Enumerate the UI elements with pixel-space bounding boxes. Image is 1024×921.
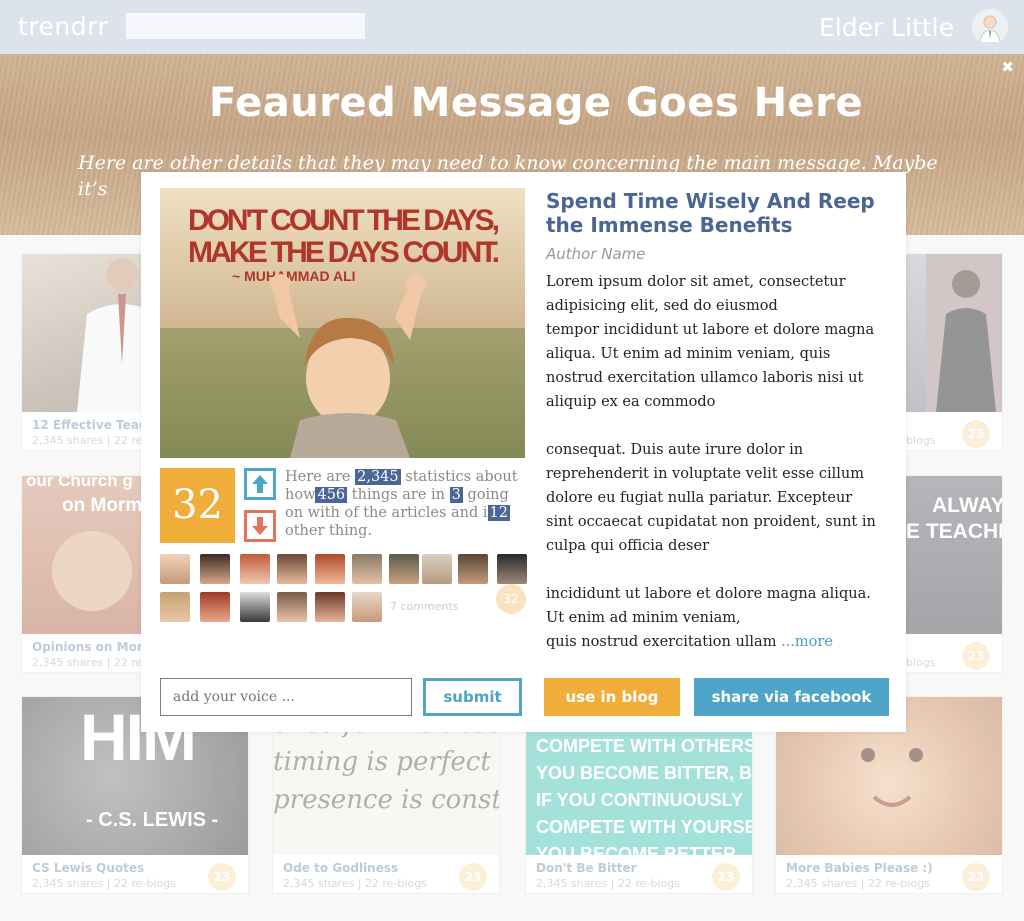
avatar[interactable] xyxy=(458,554,488,584)
article-stats: Here are 2,345 statistics about how 456 t… xyxy=(285,469,518,539)
card-badge: 23 xyxy=(962,420,990,448)
card-thumb-text: on Morm xyxy=(62,495,142,516)
card-title[interactable]: More Babies Please :) xyxy=(786,861,933,875)
logo[interactable]: trendrr xyxy=(18,12,108,41)
avatar[interactable] xyxy=(160,554,190,584)
stat-number: 3 xyxy=(449,487,463,503)
article-author[interactable]: Author Name xyxy=(546,245,646,263)
card-badge: 23 xyxy=(962,863,990,891)
card-thumb-text: - C.S. LEWIS - xyxy=(86,809,219,831)
article-modal: DON'T COUNT THE DAYS, MAKE THE DAYS COUN… xyxy=(141,172,906,732)
card-badge: 23 xyxy=(962,642,990,670)
avatar[interactable] xyxy=(200,554,230,584)
avatar[interactable] xyxy=(200,592,230,622)
avatar[interactable] xyxy=(160,592,190,622)
card-title[interactable]: CS Lewis Quotes xyxy=(32,861,144,875)
card-title[interactable]: Don't Be Bitter xyxy=(536,861,637,875)
user-avatar[interactable] xyxy=(972,9,1008,45)
arrow-down-icon xyxy=(252,517,268,535)
card-thumb-text: ALWAYS xyxy=(932,494,1002,517)
article-title: Spend Time Wisely And Reep the Immense B… xyxy=(546,189,875,237)
card-meta: 2,345 shares | 22 re xyxy=(32,656,143,669)
article-body: Lorem ipsum dolor sit amet, consectetur … xyxy=(546,270,876,654)
sharer-avatars: 7 comments 32 xyxy=(160,554,528,626)
article-image: DON'T COUNT THE DAYS, MAKE THE DAYS COUN… xyxy=(160,188,525,458)
card-badge: 23 xyxy=(208,863,236,891)
card-badge: 23 xyxy=(459,863,487,891)
comments-count: 7 comments xyxy=(390,600,459,613)
score-box: 32 xyxy=(160,468,235,543)
voice-input[interactable] xyxy=(160,678,412,716)
user-name[interactable]: Elder Little xyxy=(819,13,954,42)
avatar[interactable] xyxy=(497,554,527,584)
submit-button[interactable]: submit xyxy=(423,678,522,716)
avatar[interactable] xyxy=(422,554,452,584)
use-in-blog-button[interactable]: use in blog xyxy=(544,678,680,716)
card-thumb-text: COMPETE WITH OTHERS, YOU BECOME BITTER, … xyxy=(536,736,752,855)
card-meta: 2,345 shares | 22 re- xyxy=(32,434,147,447)
card-badge: 23 xyxy=(712,863,740,891)
top-bar: trendrr Elder Little xyxy=(0,0,1024,54)
share-facebook-button[interactable]: share via facebook xyxy=(694,678,889,716)
card-meta: 2,345 shares | 22 re-blogs xyxy=(283,877,427,890)
avatar[interactable] xyxy=(315,592,345,622)
card-meta: blogs xyxy=(906,434,936,447)
hero-title: Feaured Message Goes Here xyxy=(208,80,864,126)
avatar[interactable] xyxy=(277,554,307,584)
stat-number: 12 xyxy=(487,505,510,521)
card-meta: 2,345 shares | 22 re-blogs xyxy=(786,877,930,890)
avatar[interactable] xyxy=(352,554,382,584)
search-input[interactable] xyxy=(126,13,365,39)
image-quote-line: MAKE THE DAYS COUNT. xyxy=(188,236,500,269)
avatar[interactable] xyxy=(389,554,419,584)
card-meta: 2,345 shares | 22 re-blogs xyxy=(32,877,176,890)
comments-badge: 32 xyxy=(496,584,526,614)
close-icon[interactable]: ✖ xyxy=(1001,58,1014,76)
stat-number: 456 xyxy=(315,487,348,503)
avatar[interactable] xyxy=(315,554,345,584)
avatar[interactable] xyxy=(240,554,270,584)
downvote-button[interactable] xyxy=(244,510,276,542)
article-text: Lorem ipsum dolor sit amet, consectetur … xyxy=(546,274,876,650)
more-link[interactable]: ...more xyxy=(781,634,833,650)
stat-number: 2,345 xyxy=(355,469,401,485)
card-thumb-text: E TEACHING xyxy=(906,520,1002,543)
card-title[interactable]: 12 Effective Teachi xyxy=(32,418,159,432)
card-meta: 2,345 shares | 22 re-blogs xyxy=(536,877,680,890)
image-quote-author: ~ MUHAMMAD ALI xyxy=(232,268,356,284)
avatar[interactable] xyxy=(352,592,382,622)
card-thumb-text: our Church g xyxy=(26,476,133,490)
card-title[interactable]: Opinions on Morm xyxy=(32,640,155,654)
avatar[interactable] xyxy=(277,592,307,622)
card-meta: blogs xyxy=(906,656,936,669)
image-quote-line: DON'T COUNT THE DAYS, xyxy=(188,204,500,237)
card-title[interactable]: Ode to Godliness xyxy=(283,861,398,875)
avatar[interactable] xyxy=(240,592,270,622)
arrow-up-icon xyxy=(252,475,268,493)
upvote-button[interactable] xyxy=(244,468,276,500)
